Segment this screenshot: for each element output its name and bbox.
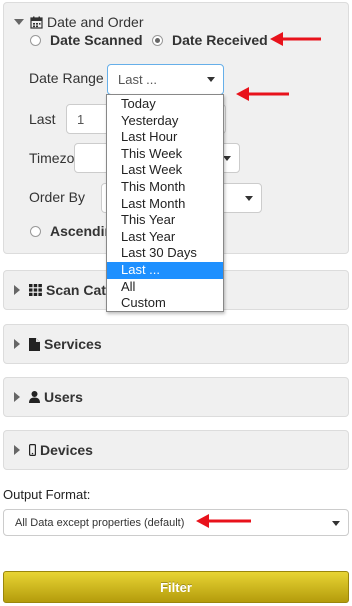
date-and-order-title: Date and Order xyxy=(47,14,144,30)
dropdown-option[interactable]: Last Week xyxy=(107,162,223,179)
dropdown-option[interactable]: Yesterday xyxy=(107,113,223,130)
users-panel: Users xyxy=(3,377,349,417)
chevron-down-icon xyxy=(332,521,340,526)
dropdown-option[interactable]: Last ... xyxy=(107,261,223,279)
dropdown-option[interactable]: Last Hour xyxy=(107,129,223,146)
last-value: 1 xyxy=(77,111,85,127)
radio-circle[interactable] xyxy=(30,225,41,237)
devices-panel: Devices xyxy=(3,430,349,470)
annotation-arrow-icon xyxy=(236,87,289,101)
caret-right-icon xyxy=(14,445,20,455)
dropdown-option[interactable]: Last 30 Days xyxy=(107,245,223,262)
mobile-icon xyxy=(29,444,36,456)
filter-button[interactable]: Filter xyxy=(3,571,349,603)
caret-right-icon xyxy=(14,285,20,295)
caret-down-icon xyxy=(14,19,24,25)
last-label: Last xyxy=(29,111,56,127)
radio-date-scanned[interactable]: Date Scanned xyxy=(30,32,143,48)
users-title: Users xyxy=(44,389,83,405)
dropdown-option[interactable]: Last Year xyxy=(107,229,223,246)
calendar-icon xyxy=(30,16,43,29)
dropdown-option[interactable]: This Week xyxy=(107,146,223,163)
dropdown-option[interactable]: Today xyxy=(107,96,223,113)
user-icon xyxy=(29,391,40,403)
order-by-label: Order By xyxy=(29,189,86,205)
output-format-label: Output Format: xyxy=(3,487,91,502)
services-header[interactable]: Services xyxy=(4,325,348,363)
annotation-arrow-icon xyxy=(270,32,321,46)
caret-right-icon xyxy=(14,339,20,349)
date-range-label: Date Range xyxy=(29,70,104,86)
date-range-value: Last ... xyxy=(118,72,158,87)
radio-date-scanned-label: Date Scanned xyxy=(50,32,143,48)
radio-date-received-label: Date Received xyxy=(172,32,268,48)
devices-title: Devices xyxy=(40,442,93,458)
file-icon xyxy=(29,337,40,351)
scan-categories-title: Scan Cate xyxy=(46,282,114,298)
dropdown-option[interactable]: All xyxy=(107,279,223,296)
dropdown-option[interactable]: This Year xyxy=(107,212,223,229)
caret-right-icon xyxy=(14,392,20,402)
devices-header[interactable]: Devices xyxy=(4,431,348,469)
annotation-arrow-icon xyxy=(196,514,251,528)
output-format-select[interactable]: All Data except properties (default) xyxy=(3,509,349,536)
radio-circle[interactable] xyxy=(30,34,41,46)
radio-circle-checked[interactable] xyxy=(152,34,163,46)
date-range-select[interactable]: Last ... xyxy=(107,64,224,95)
dropdown-option[interactable]: Custom xyxy=(107,295,223,312)
services-panel: Services xyxy=(3,324,349,364)
chevron-down-icon xyxy=(207,77,215,82)
dropdown-option[interactable]: This Month xyxy=(107,179,223,196)
date-range-dropdown[interactable]: Today Yesterday Last Hour This Week Last Wee… xyxy=(106,94,224,312)
chevron-down-icon xyxy=(245,196,253,201)
output-format-value: All Data except properties (default) xyxy=(15,516,185,529)
th-grid-icon xyxy=(29,284,42,296)
radio-date-received[interactable]: Date Received xyxy=(152,32,268,48)
users-header[interactable]: Users xyxy=(4,378,348,416)
dropdown-option[interactable]: Last Month xyxy=(107,196,223,213)
services-title: Services xyxy=(44,336,102,352)
chevron-down-icon xyxy=(223,156,231,161)
